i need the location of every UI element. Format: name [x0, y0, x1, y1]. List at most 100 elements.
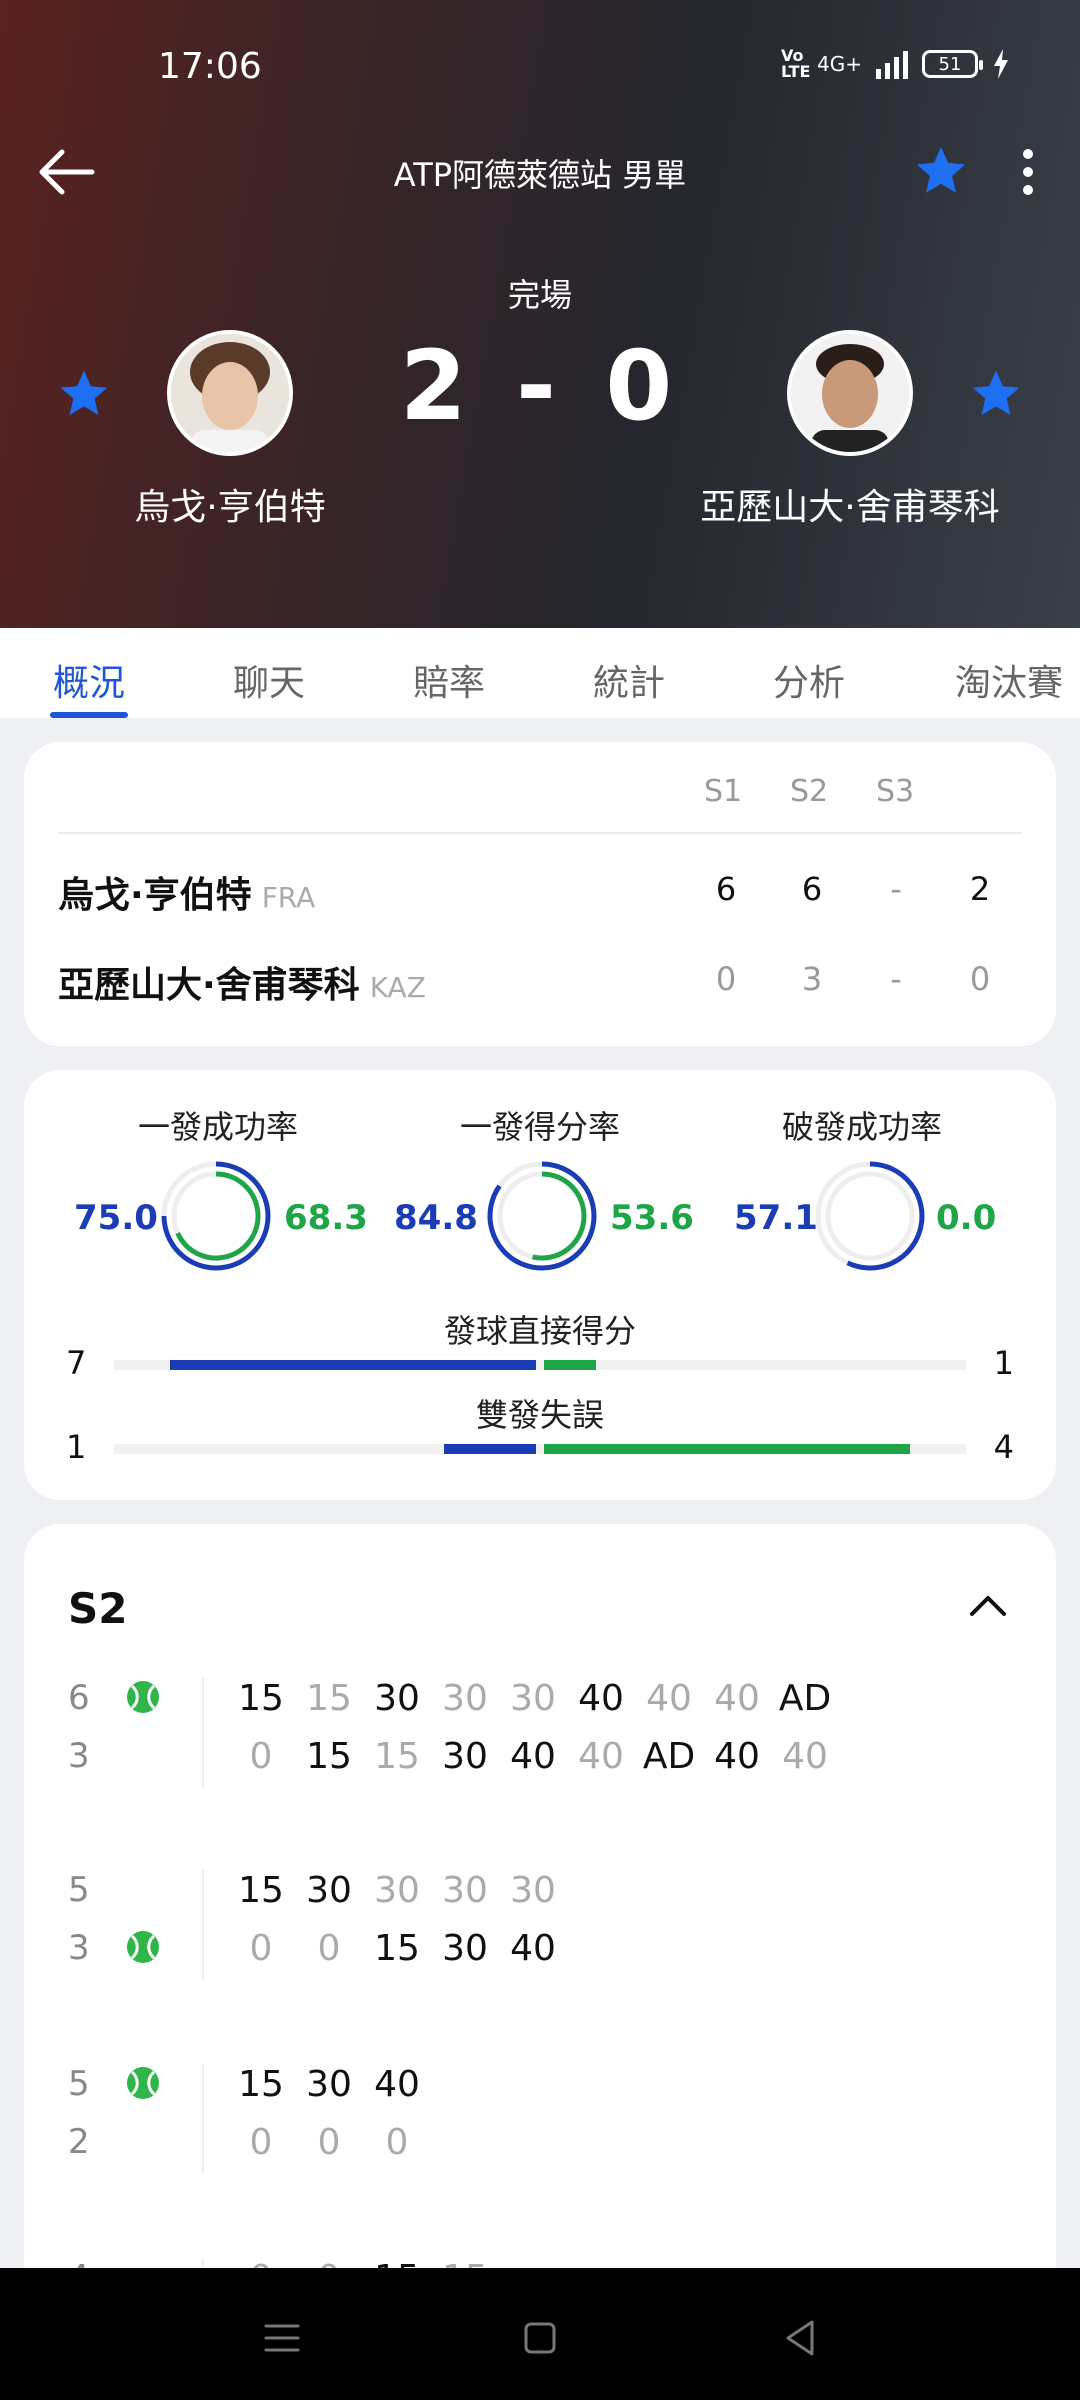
point-player1: 30 [306, 1870, 352, 1911]
tab-odds[interactable]: 賠率 [410, 628, 488, 718]
point-player1: 15 [306, 1678, 352, 1719]
status-time: 17:06 [158, 46, 262, 87]
favorite-match-button[interactable] [912, 142, 970, 200]
tab-stats[interactable]: 統計 [590, 628, 668, 718]
signal-icon [876, 49, 908, 79]
menu-icon[interactable] [252, 2308, 312, 2368]
star-icon [972, 370, 1020, 415]
divider [202, 2064, 204, 2174]
point-player1: 15 [238, 2064, 284, 2105]
point-player2: 30 [442, 1928, 488, 1969]
point-player1: 30 [442, 1870, 488, 1911]
stat-title-break-points: 破發成功率 [781, 1108, 942, 1146]
stat-first-serve-in-p2: 68.3 [284, 1198, 368, 1238]
point-player2: 40 [578, 1736, 624, 1777]
player1-name: 烏戈·亨伯特 [134, 487, 326, 528]
ring-arc-player2 [175, 1171, 261, 1261]
player1-total: 2 [969, 870, 991, 908]
bar-fill-aces-p1 [169, 1360, 536, 1370]
charging-icon [994, 49, 1008, 79]
home-icon[interactable] [510, 2308, 570, 2368]
divider [202, 1870, 204, 1980]
point-player1: 30 [306, 2064, 352, 2105]
player2-s1: 0 [715, 960, 737, 998]
point-player2: 0 [317, 2122, 341, 2163]
player2-country: KAZ [369, 971, 426, 1004]
match-header: 17:06 Vo LTE 4G+ 51 ATP阿德萊德站 男單 完場 2 - 0… [0, 0, 1080, 628]
point-player2: 0 [249, 1736, 273, 1777]
collapse-button[interactable] [960, 1578, 1016, 1634]
tab-overview[interactable]: 概況 [50, 628, 128, 718]
point-player1: 30 [442, 1678, 488, 1719]
set-header-s3: S3 [876, 774, 915, 809]
player2-name: 亞歷山大·舍甫琴科 [700, 487, 1000, 528]
stat-title-first-serve-in: 一發成功率 [137, 1108, 298, 1146]
tab-analysis[interactable]: 分析 [770, 628, 848, 718]
game-score-player2: 3 [68, 1736, 90, 1776]
bar-fill-double-faults-p1 [444, 1444, 536, 1454]
set-row-player2: 亞歷山大·舍甫琴科 KAZ [58, 956, 426, 1008]
set-header-s2: S2 [790, 774, 829, 809]
bar-track-double-faults [114, 1444, 966, 1454]
game-row: 5 2 15 30 40 0 0 0 [24, 2064, 1056, 2184]
tab-bar: 概況 聊天 賠率 統計 分析 淘汰賽 [0, 628, 1080, 718]
point-player1: 40 [374, 2064, 420, 2105]
player2-s3: - [890, 960, 902, 998]
game-score-player2: 3 [68, 1928, 90, 1968]
player2-name: 亞歷山大·舍甫琴科 [58, 965, 360, 1006]
point-player2: 30 [442, 1736, 488, 1777]
server-indicator [126, 1930, 160, 1964]
game-score-player1: 6 [68, 1678, 90, 1718]
point-player1: 30 [374, 1870, 420, 1911]
point-player1: 30 [510, 1678, 556, 1719]
set-row-player1: 烏戈·亨伯特 FRA [58, 866, 315, 918]
more-vertical-icon [1000, 140, 1056, 195]
divider [202, 1678, 204, 1788]
stat-break-points-p2: 0.0 [936, 1198, 997, 1238]
player1-avatar [167, 330, 293, 456]
player1-s1: 6 [715, 870, 737, 908]
point-player1: 15 [238, 1870, 284, 1911]
more-options-button[interactable] [1000, 140, 1056, 202]
game-row: 6 3 15 15 30 30 30 40 40 40 AD 0 15 15 30 40 40 AD 40 40 [24, 1678, 1056, 1798]
top-app-bar: ATP阿德萊德站 男單 [0, 136, 1080, 206]
bar-double-faults-p1: 1 [66, 1428, 87, 1466]
bar-double-faults-p2: 4 [993, 1428, 1014, 1466]
player2-avatar [787, 330, 913, 456]
point-player2: 15 [374, 1736, 420, 1777]
game-row: 5 3 15 30 30 30 30 0 0 15 30 40 [24, 1870, 1056, 1990]
player1-s2: 6 [801, 870, 823, 908]
player2-block[interactable]: 亞歷山大·舍甫琴科 [700, 330, 1000, 530]
point-player1: AD [778, 1678, 832, 1719]
point-player1: 40 [646, 1678, 692, 1719]
point-player2: 0 [317, 1928, 341, 1969]
point-player1: 30 [510, 1870, 556, 1911]
battery-level: 51 [938, 53, 962, 75]
set-header-s1: S1 [704, 774, 743, 809]
point-player1: 30 [374, 1678, 420, 1719]
game-score-player2: 2 [68, 2122, 90, 2162]
stats-card: 一發成功率 75.0 68.3 一發得分率 84.8 53.6 破發成功率 57… [24, 1070, 1056, 1500]
favorite-player2-button[interactable] [968, 366, 1024, 422]
player1-name: 烏戈·亨伯特 [58, 875, 252, 916]
tab-knockout[interactable]: 淘汰賽 [950, 628, 1068, 718]
point-player2: AD [642, 1736, 696, 1777]
tennis-ball-icon [127, 1681, 159, 1713]
tennis-ball-icon [127, 2067, 159, 2099]
ring-arc-player2 [532, 1171, 587, 1261]
point-player1: 15 [238, 1678, 284, 1719]
bar-fill-double-faults-p2 [544, 1444, 911, 1454]
player1-country: FRA [261, 881, 316, 914]
player1-photo [171, 334, 289, 452]
back-triangle-icon[interactable] [770, 2308, 830, 2368]
tab-chat[interactable]: 聊天 [230, 628, 308, 718]
game-score-player1: 5 [68, 1870, 90, 1910]
player1-block[interactable]: 烏戈·亨伯特 [100, 330, 360, 530]
server-indicator [126, 1680, 160, 1714]
point-player2: 0 [249, 2122, 273, 2163]
bar-title-aces: 發球直接得分 [443, 1312, 636, 1350]
player2-s2: 3 [801, 960, 823, 998]
point-player2: 0 [249, 1928, 273, 1969]
divider [58, 832, 1022, 834]
set-detail-card: S2 6 3 15 15 30 30 30 40 40 40 AD 0 15 15 30 40 40 AD 40 40… [24, 1524, 1056, 2384]
